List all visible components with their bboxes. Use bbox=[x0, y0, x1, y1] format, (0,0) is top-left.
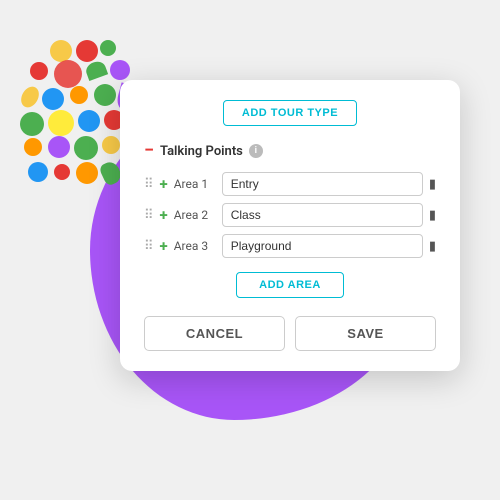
cancel-button[interactable]: CANCEL bbox=[144, 316, 285, 351]
area-label: Area 2 bbox=[174, 208, 216, 222]
add-area-button[interactable]: ADD AREA bbox=[236, 272, 344, 298]
area-label: Area 1 bbox=[174, 177, 216, 191]
table-row: ⠿ + Area 1 ▮ bbox=[144, 172, 436, 196]
area-label: Area 3 bbox=[174, 239, 216, 253]
area-input-1[interactable] bbox=[222, 172, 423, 196]
dialog: ADD TOUR TYPE − Talking Points i ⠿ + Are… bbox=[120, 80, 460, 371]
dialog-wrapper: ADD TOUR TYPE − Talking Points i ⠿ + Are… bbox=[120, 80, 480, 371]
drag-handle-icon[interactable]: ⠿ bbox=[144, 239, 154, 254]
add-tour-btn-row: ADD TOUR TYPE bbox=[144, 100, 436, 126]
drag-handle-icon[interactable]: ⠿ bbox=[144, 177, 154, 192]
collapse-icon[interactable]: − bbox=[144, 142, 154, 160]
drag-handle-icon[interactable]: ⠿ bbox=[144, 208, 154, 223]
add-subitem-icon[interactable]: + bbox=[160, 237, 168, 255]
add-tour-type-button[interactable]: ADD TOUR TYPE bbox=[223, 100, 357, 126]
section-header: − Talking Points i bbox=[144, 142, 436, 160]
delete-area-icon[interactable]: ▮ bbox=[429, 177, 436, 192]
area-input-2[interactable] bbox=[222, 203, 423, 227]
dialog-footer: CANCEL SAVE bbox=[144, 316, 436, 351]
add-subitem-icon[interactable]: + bbox=[160, 175, 168, 193]
table-row: ⠿ + Area 2 ▮ bbox=[144, 203, 436, 227]
delete-area-icon[interactable]: ▮ bbox=[429, 208, 436, 223]
add-area-row: ADD AREA bbox=[144, 272, 436, 298]
info-icon[interactable]: i bbox=[249, 144, 263, 158]
delete-area-icon[interactable]: ▮ bbox=[429, 239, 436, 254]
save-button[interactable]: SAVE bbox=[295, 316, 436, 351]
area-list: ⠿ + Area 1 ▮ ⠿ + Area 2 ▮ ⠿ + Area 3 ▮ bbox=[144, 172, 436, 258]
area-input-3[interactable] bbox=[222, 234, 423, 258]
section-title: Talking Points bbox=[160, 144, 243, 159]
table-row: ⠿ + Area 3 ▮ bbox=[144, 234, 436, 258]
add-subitem-icon[interactable]: + bbox=[160, 206, 168, 224]
